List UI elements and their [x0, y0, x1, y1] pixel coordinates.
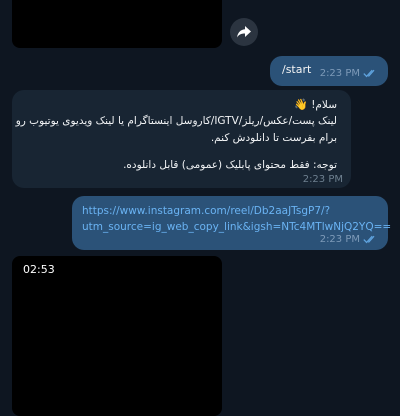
- previous-video-message[interactable]: [12, 0, 222, 48]
- greeting-line: سلام! 👋: [294, 98, 337, 111]
- double-check-icon: [363, 69, 375, 78]
- instruction-line-1: لینک پست/عکس/ریلز/IGTV/کاروسل اینستاگرام…: [15, 115, 337, 127]
- incoming-message-welcome[interactable]: سلام! 👋 لینک پست/عکس/ریلز/IGTV/کاروسل ای…: [12, 90, 351, 188]
- double-check-icon: [363, 235, 375, 244]
- forward-button[interactable]: [230, 18, 258, 46]
- message-time: 2:23 PM: [319, 234, 360, 245]
- public-content-note: توجه: فقط محتوای پابلیک (عمومی) قابل دان…: [123, 159, 337, 171]
- outgoing-message-start[interactable]: /start 2:23 PM: [270, 56, 388, 86]
- message-meta: 2:23 PM: [320, 68, 378, 79]
- message-meta: 2:23 PM: [303, 174, 343, 185]
- message-time: 2:23 PM: [302, 174, 343, 185]
- video-message[interactable]: 02:53: [12, 256, 222, 416]
- greeting-text: سلام!: [311, 99, 337, 111]
- instagram-link-line-2[interactable]: utm_source=ig_web_copy_link&igsh=NTc4MTl…: [82, 221, 391, 233]
- instagram-link-line-1[interactable]: https://www.instagram.com/reel/Db2aaJTsg…: [82, 205, 330, 217]
- forward-arrow-icon: [237, 26, 251, 38]
- instruction-line-2: برام بفرست تا دانلودش کنم.: [210, 132, 337, 144]
- message-time: 2:23 PM: [319, 68, 360, 79]
- video-duration: 02:53: [23, 263, 55, 276]
- message-meta: 2:23 PM: [320, 234, 378, 245]
- waving-hand-icon: 👋: [294, 98, 308, 111]
- message-text: /start: [282, 63, 312, 76]
- outgoing-message-url[interactable]: https://www.instagram.com/reel/Db2aaJTsg…: [72, 196, 391, 250]
